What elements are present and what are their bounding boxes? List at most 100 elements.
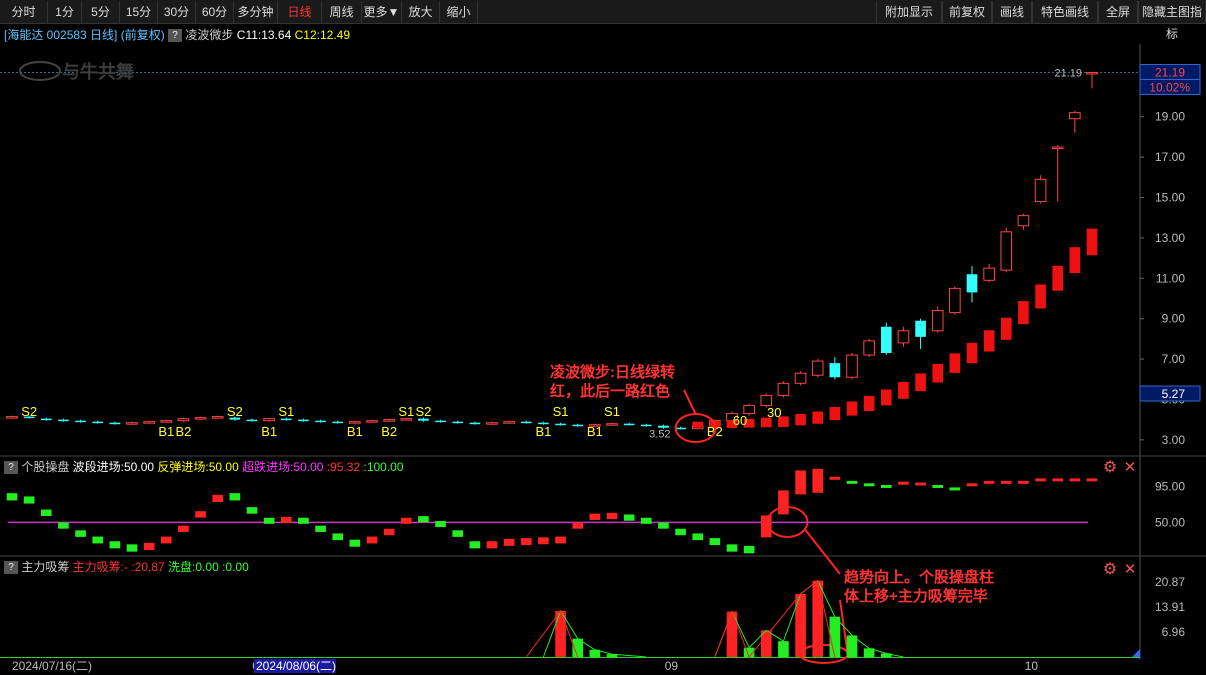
- signal-label-B1: B1: [261, 424, 277, 439]
- accumulation-bar: [812, 580, 824, 657]
- operation-bar: [966, 483, 978, 487]
- panel2-header: ? 个股操盘 波段进场:50.00 反弹进场:50.00 超跌进场:50.00 …: [4, 459, 404, 475]
- candle-body: [177, 418, 190, 422]
- signal-label-30: 30: [767, 405, 781, 420]
- candle-body: [160, 420, 173, 423]
- signal-label-S1: S1: [398, 404, 414, 419]
- panel-value-1: 反弹进场:50.00: [157, 460, 243, 474]
- signal-label-S2: S2: [415, 404, 431, 419]
- signal-label-B1: B1: [587, 424, 603, 439]
- operation-bar: [692, 533, 704, 541]
- price-tick-label: 15.00: [1155, 190, 1185, 204]
- help-icon[interactable]: ?: [4, 461, 18, 475]
- trend-marker: [1086, 228, 1098, 256]
- x-tick-label: 2024/07/16(二): [12, 659, 92, 673]
- signal-label-S2: S2: [227, 404, 243, 419]
- operation-bar: [1086, 478, 1098, 482]
- panel-value-4: :100.00: [363, 460, 404, 474]
- x-tick-label: 09: [665, 659, 679, 673]
- candle-body: [435, 420, 446, 423]
- trend-marker: [692, 421, 704, 428]
- operation-bar: [349, 539, 361, 547]
- candle-body: [332, 421, 344, 424]
- close-icon: ✕: [1124, 459, 1137, 476]
- price-tick-label: 9.00: [1162, 312, 1186, 326]
- candle-body: [75, 420, 86, 423]
- watermark-logo: [19, 61, 61, 81]
- operation-bar: [486, 541, 498, 549]
- operation-bar: [263, 517, 275, 524]
- candle-body: [40, 418, 52, 421]
- operation-bar: [195, 511, 206, 518]
- operation-bar: [812, 468, 824, 493]
- trend-marker: [1069, 247, 1081, 273]
- candle-body: [931, 310, 944, 332]
- operation-bar: [435, 520, 446, 528]
- panel3-tick-label: 20.87: [1155, 575, 1185, 589]
- signal-label-60: 60: [733, 413, 747, 428]
- ma-tag-text: 5.27: [1162, 387, 1186, 401]
- operation-bar: [898, 481, 909, 485]
- candle-body: [777, 382, 790, 396]
- candle-body: [623, 423, 635, 426]
- operation-bar: [229, 493, 241, 501]
- candle-body: [383, 419, 395, 422]
- operation-bar: [555, 536, 566, 544]
- candle-body: [194, 417, 207, 420]
- annotation-text-1: 凌波微步:日线绿转: [550, 363, 675, 381]
- operation-bar: [178, 525, 189, 532]
- operation-bar: [760, 515, 772, 538]
- operation-bar: [246, 507, 258, 514]
- candle-body: [211, 416, 224, 419]
- candle-body: [949, 287, 961, 314]
- high-price-label: 21.19: [1054, 67, 1082, 79]
- operation-bar: [915, 482, 926, 486]
- signal-label-B2: B2: [175, 424, 191, 439]
- operation-bar: [778, 490, 789, 515]
- candle-body: [520, 421, 532, 424]
- operation-bar: [846, 480, 858, 484]
- candle-body: [298, 419, 309, 422]
- trend-marker: [915, 373, 926, 392]
- panel-value-0: 波段进场:50.00: [72, 460, 158, 474]
- candle-body: [1069, 112, 1081, 120]
- operation-bar: [863, 483, 875, 487]
- operation-bar: [160, 536, 172, 544]
- panel-name: 个股操盘: [18, 460, 73, 474]
- panel3-tick-label: 13.91: [1155, 600, 1185, 614]
- signal-label-B1: B1: [347, 424, 363, 439]
- operation-bar: [743, 545, 755, 554]
- operation-bar: [126, 544, 138, 552]
- operation-bar: [23, 496, 35, 504]
- operation-bar: [212, 494, 224, 502]
- candle-body: [92, 421, 104, 424]
- operation-bar: [400, 517, 412, 524]
- operation-bar: [658, 522, 669, 529]
- candle-body: [143, 421, 155, 424]
- operation-bar: [40, 509, 52, 517]
- price-tick-label: 17.00: [1155, 150, 1185, 164]
- operation-bar: [520, 538, 532, 546]
- candle-body: [1000, 231, 1013, 271]
- operation-bar: [675, 528, 686, 536]
- operation-bar: [6, 493, 18, 501]
- candle-body: [1017, 215, 1030, 227]
- operation-bar: [1035, 478, 1046, 482]
- candle-body: [1051, 146, 1064, 149]
- operation-bar: [109, 541, 121, 549]
- operation-bar: [383, 528, 395, 536]
- candle-body: [349, 421, 361, 424]
- candle-body: [486, 422, 498, 425]
- panel-value-3: :95.32: [326, 460, 364, 474]
- signal-label-S1: S1: [553, 404, 569, 419]
- operation-bar: [75, 530, 86, 537]
- help-icon[interactable]: ?: [4, 561, 18, 575]
- price-tick-label: 11.00: [1156, 271, 1185, 285]
- operation-bar: [572, 522, 584, 529]
- candle-body: [640, 424, 652, 427]
- operation-bar: [366, 536, 378, 544]
- pct-tag-text: 10.02%: [1149, 80, 1190, 94]
- signal-label-B1: B1: [535, 424, 551, 439]
- operation-bar: [452, 530, 464, 537]
- candle-body: [760, 394, 773, 407]
